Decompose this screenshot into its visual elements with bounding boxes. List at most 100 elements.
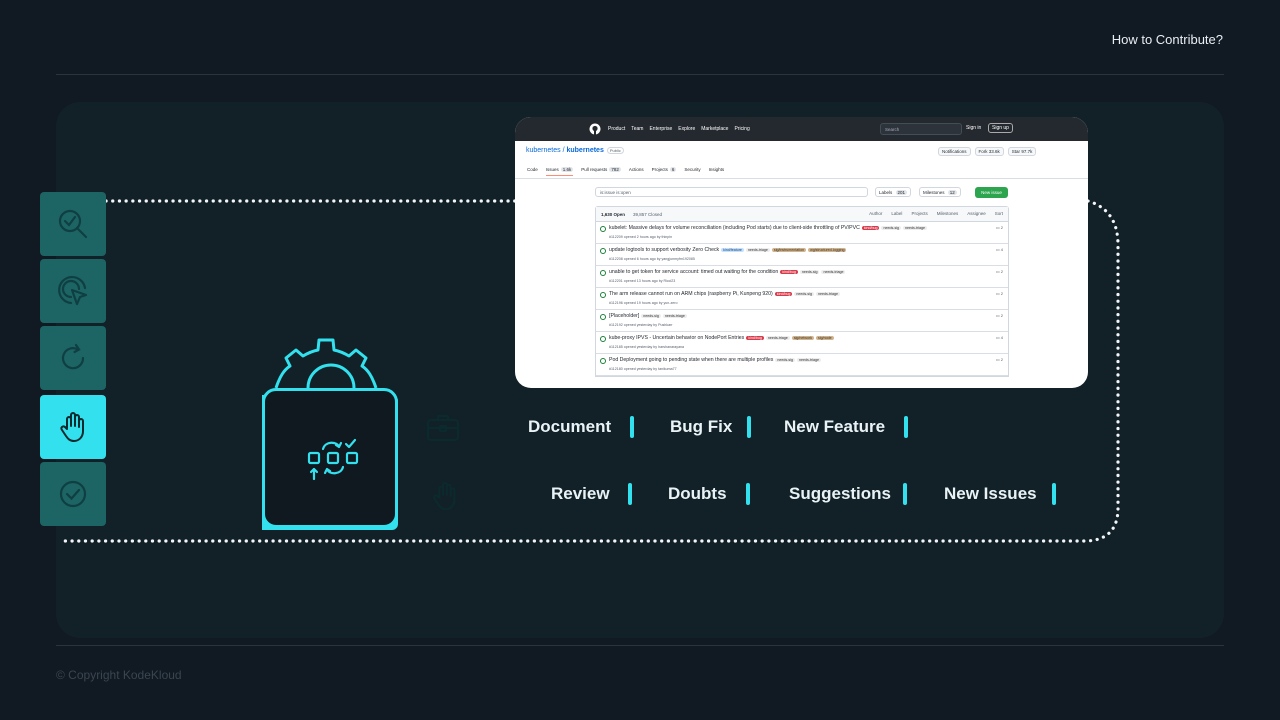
issue-label[interactable]: needs-sig xyxy=(775,357,795,362)
rail-item-refresh[interactable] xyxy=(40,326,106,390)
issue-label[interactable]: needs-triage xyxy=(903,225,928,230)
issue-label[interactable]: needs-triage xyxy=(821,269,846,274)
nav-team[interactable]: Team xyxy=(631,126,643,132)
issue-title[interactable]: update logtools to support verbosity Zer… xyxy=(609,247,847,253)
issue-title[interactable]: The arm release cannot run on ARM chips … xyxy=(609,291,840,297)
issue-title[interactable]: [Placeholder] needs-sig needs-triage xyxy=(609,313,687,319)
separator-bar xyxy=(903,483,907,505)
comment-count[interactable]: ▭ 2 xyxy=(996,357,1003,362)
issue-row[interactable]: The arm release cannot run on ARM chips … xyxy=(596,288,1008,310)
issue-label[interactable]: kind/bug xyxy=(861,225,880,230)
issue-label[interactable]: needs-sig xyxy=(641,313,661,318)
filter-author[interactable]: Author xyxy=(869,211,882,216)
comment-count[interactable]: ▭ 2 xyxy=(996,225,1003,230)
nav-marketplace[interactable]: Marketplace xyxy=(701,126,728,132)
tab-issues[interactable]: Issues 1.6k xyxy=(545,167,574,176)
filter-sort[interactable]: Sort xyxy=(995,211,1003,216)
issue-open-icon xyxy=(600,270,606,276)
issue-label[interactable]: needs-triage xyxy=(815,291,840,296)
new-issue-button[interactable]: New issue xyxy=(975,187,1008,198)
comment-icon: ▭ xyxy=(995,247,1000,252)
search-input[interactable]: Search xyxy=(880,123,962,135)
nav-enterprise[interactable]: Enterprise xyxy=(649,126,672,132)
comment-count[interactable]: ▭ 4 xyxy=(996,335,1003,340)
issue-meta: #112180 opened yesterday by tanikuma77 xyxy=(609,367,677,371)
check-circle-icon xyxy=(59,480,87,508)
issue-label[interactable]: needs-sig xyxy=(794,291,814,296)
issue-label[interactable]: needs-sig xyxy=(799,269,820,274)
fork-button[interactable]: Fork 33.6k xyxy=(974,147,1004,156)
tab-pull-requests[interactable]: Pull requests 782 xyxy=(581,167,621,176)
issue-title[interactable]: kube-proxy IPVS - Uncertain behavior on … xyxy=(609,335,834,341)
issues-list-header: 1,630 Open 39,857 Closed Author Label Pr… xyxy=(596,207,1008,222)
comment-count[interactable]: ▭ 2 xyxy=(996,269,1003,274)
issue-row[interactable]: update logtools to support verbosity Zer… xyxy=(596,244,1008,266)
issue-label[interactable]: wg/structured-logging xyxy=(808,247,847,252)
issue-label[interactable]: kind/bug xyxy=(746,335,764,340)
issue-label[interactable]: needs-triage xyxy=(765,335,790,340)
repo-name-link[interactable]: kubernetes xyxy=(566,147,603,154)
filter-label[interactable]: Label xyxy=(891,211,902,216)
issue-label[interactable]: needs-sig xyxy=(881,225,902,230)
star-button[interactable]: Star 97.7k xyxy=(1007,147,1037,156)
tab-actions[interactable]: Actions xyxy=(629,167,644,176)
issue-title[interactable]: unable to get token for service account:… xyxy=(609,269,846,275)
tab-security[interactable]: Security xyxy=(684,167,700,176)
issue-open-icon xyxy=(600,226,606,232)
issue-row[interactable]: Pod Deployment going to pending state wh… xyxy=(596,354,1008,376)
issue-label[interactable]: sig/instrumentation xyxy=(771,247,807,252)
filter-assignee[interactable]: Assignee xyxy=(967,211,986,216)
notifications-button[interactable]: Notifications xyxy=(938,147,971,156)
issue-label[interactable]: needs-triage xyxy=(662,313,687,318)
issue-title[interactable]: Pod Deployment going to pending state wh… xyxy=(609,357,821,363)
contribution-type-review: Review xyxy=(551,484,610,503)
comment-count[interactable]: ▭ 4 xyxy=(996,247,1003,252)
closed-count[interactable]: 39,857 Closed xyxy=(633,212,662,217)
rail-item-target[interactable] xyxy=(40,259,106,323)
gear-icon xyxy=(274,338,378,389)
refresh-icon xyxy=(61,343,85,370)
issue-label[interactable]: kind/bug xyxy=(774,291,793,296)
repo-tabs: Code Issues 1.6k Pull requests 782 Actions… xyxy=(527,167,724,176)
comment-icon: ▭ xyxy=(995,335,1000,340)
issue-label[interactable]: needs-triage xyxy=(796,357,821,362)
rail-item-search-check[interactable] xyxy=(40,192,106,256)
sign-in-link[interactable]: Sign in xyxy=(966,125,981,131)
issue-label[interactable]: sig/node xyxy=(816,335,834,340)
search-check-icon xyxy=(58,209,88,239)
comment-count[interactable]: ▭ 2 xyxy=(996,291,1003,296)
rail-item-hand[interactable] xyxy=(40,395,106,459)
contribution-type-bug-fix: Bug Fix xyxy=(670,417,733,436)
issue-label[interactable]: kind/feature xyxy=(721,247,744,252)
labels-button[interactable]: Labels 201 xyxy=(875,187,912,197)
tab-projects[interactable]: Projects 6 xyxy=(652,167,677,176)
issue-row[interactable]: kube-proxy IPVS - Uncertain behavior on … xyxy=(596,332,1008,354)
repo-owner-link[interactable]: kubernetes xyxy=(526,147,561,154)
github-issues-screenshot: Product Team Enterprise Explore Marketpl… xyxy=(515,117,1088,388)
tab-code[interactable]: Code xyxy=(527,167,538,176)
separator-bar xyxy=(746,483,750,505)
issue-row[interactable]: [Placeholder] needs-sig needs-triage #11219… xyxy=(596,310,1008,332)
nav-explore[interactable]: Explore xyxy=(678,126,695,132)
repo-breadcrumb: kubernetes / kubernetes Public xyxy=(526,147,624,154)
rail-item-check[interactable] xyxy=(40,462,106,526)
issue-label[interactable]: sig/network xyxy=(791,335,814,340)
issue-row[interactable]: kubelet: Massive delays for volume recon… xyxy=(596,222,1008,244)
comment-icon: ▭ xyxy=(995,357,1000,362)
nav-product[interactable]: Product xyxy=(608,126,625,132)
issue-label[interactable]: kind/bug xyxy=(780,269,798,274)
issue-title[interactable]: kubelet: Massive delays for volume recon… xyxy=(609,225,928,231)
nav-pricing[interactable]: Pricing xyxy=(734,126,749,132)
sign-up-button[interactable]: Sign up xyxy=(988,123,1013,133)
filter-milestones[interactable]: Milestones xyxy=(937,211,959,216)
issue-meta: #112208 opened 6 hours ago by yangjunmyf… xyxy=(609,257,695,261)
issue-filter-input[interactable]: is:issue is:open xyxy=(595,187,868,197)
tab-insights[interactable]: Insights xyxy=(709,167,725,176)
comment-count[interactable]: ▭ 2 xyxy=(996,313,1003,318)
milestones-button[interactable]: Milestones 12 xyxy=(919,187,961,197)
issue-label[interactable]: needs-triage xyxy=(745,247,770,252)
open-count[interactable]: 1,630 Open xyxy=(601,212,625,217)
filter-projects[interactable]: Projects xyxy=(911,211,927,216)
issue-row[interactable]: unable to get token for service account:… xyxy=(596,266,1008,288)
contribution-type-new-issues: New Issues xyxy=(944,484,1037,503)
